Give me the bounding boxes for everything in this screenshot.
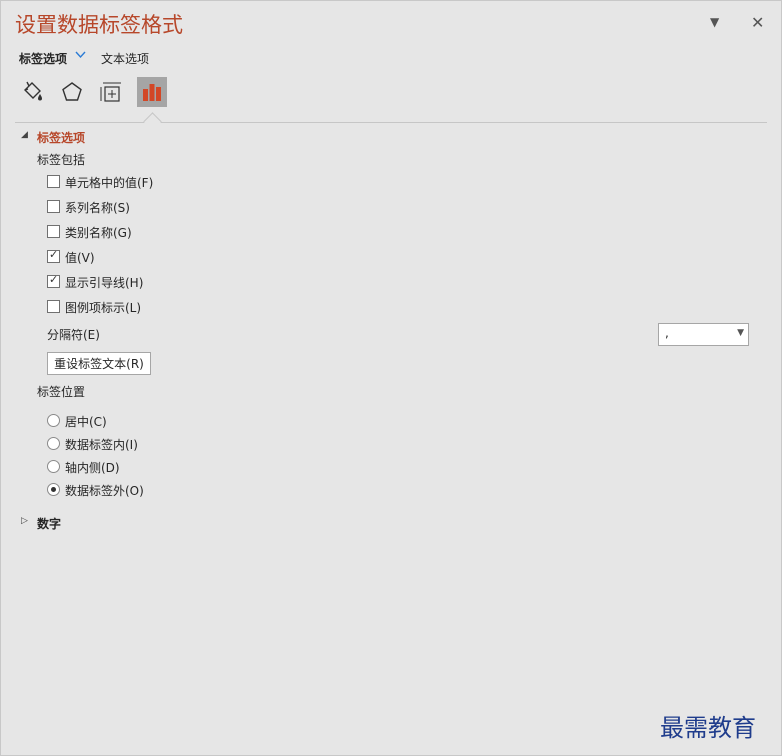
separator-dropdown[interactable]: , ▼ (658, 323, 749, 346)
checkmark-icon: ✓ (49, 248, 59, 261)
radio-circle[interactable] (47, 414, 60, 427)
chevron-down-icon[interactable] (75, 51, 86, 62)
checkbox-label: 图例项标示(L) (65, 301, 142, 315)
reset-label-text-button[interactable]: 重设标签文本(R) (47, 352, 151, 375)
label-position-heading: 标签位置 (37, 385, 86, 399)
section-label-options-title: 标签选项 (37, 131, 86, 145)
checkbox-box[interactable] (47, 300, 60, 313)
radio-circle[interactable] (47, 437, 60, 450)
checkbox-box[interactable]: ✓ (47, 273, 60, 288)
pane-options-chevron-icon[interactable]: ▼ (710, 15, 719, 29)
collapse-triangle-icon: ◢ (21, 130, 28, 140)
checkmark-icon: ✓ (49, 273, 59, 286)
size-properties-icon[interactable] (97, 77, 127, 107)
expand-triangle-icon: ▷ (21, 516, 28, 526)
radio-dot (51, 487, 56, 492)
section-number-title: 数字 (37, 517, 62, 531)
label-options-icon[interactable] (137, 77, 167, 107)
checkbox-box[interactable] (47, 200, 60, 213)
radio-label: 居中(C) (65, 415, 107, 429)
tab-text-options-text: 文本选项 (101, 52, 150, 66)
tab-text-options[interactable]: 文本选项 (101, 50, 149, 67)
radio-label: 轴内侧(D) (65, 461, 120, 475)
fill-line-icon[interactable] (17, 77, 47, 107)
separator-value: , (665, 326, 669, 340)
tab-label-options[interactable]: 标签选项 (19, 50, 67, 67)
radio-circle[interactable] (47, 460, 60, 473)
selected-icon-pointer (143, 112, 162, 131)
effects-icon[interactable] (57, 77, 87, 107)
radio-label: 数据标签内(I) (65, 438, 138, 452)
radio-circle[interactable] (47, 483, 60, 496)
pane-title: 设置数据标签格式 (15, 13, 183, 37)
checkbox-label: 单元格中的值(F) (65, 176, 154, 190)
checkbox-label: 显示引导线(H) (65, 276, 144, 290)
label-contains-heading: 标签包括 (37, 153, 86, 167)
watermark: 最需教育 (660, 714, 756, 742)
dropdown-arrow-icon[interactable]: ▼ (737, 328, 744, 338)
checkbox-box[interactable]: ✓ (47, 248, 60, 263)
checkbox-label: 系列名称(S) (65, 201, 130, 215)
checkbox-box[interactable] (47, 175, 60, 188)
separator-label: 分隔符(E) (47, 328, 100, 342)
checkbox-label: 类别名称(G) (65, 226, 132, 240)
format-data-labels-pane: 设置数据标签格式 ▼ ✕ 标签选项 文本选项 ◢ 标签选项 标签包括 单元格中的… (0, 0, 782, 756)
icon-bar-divider (15, 122, 767, 123)
tab-label-options-text: 标签选项 (19, 52, 68, 66)
close-icon[interactable]: ✕ (751, 13, 764, 32)
checkbox-box[interactable] (47, 225, 60, 238)
radio-label: 数据标签外(O) (65, 484, 144, 498)
checkbox-label: 值(V) (65, 251, 95, 265)
